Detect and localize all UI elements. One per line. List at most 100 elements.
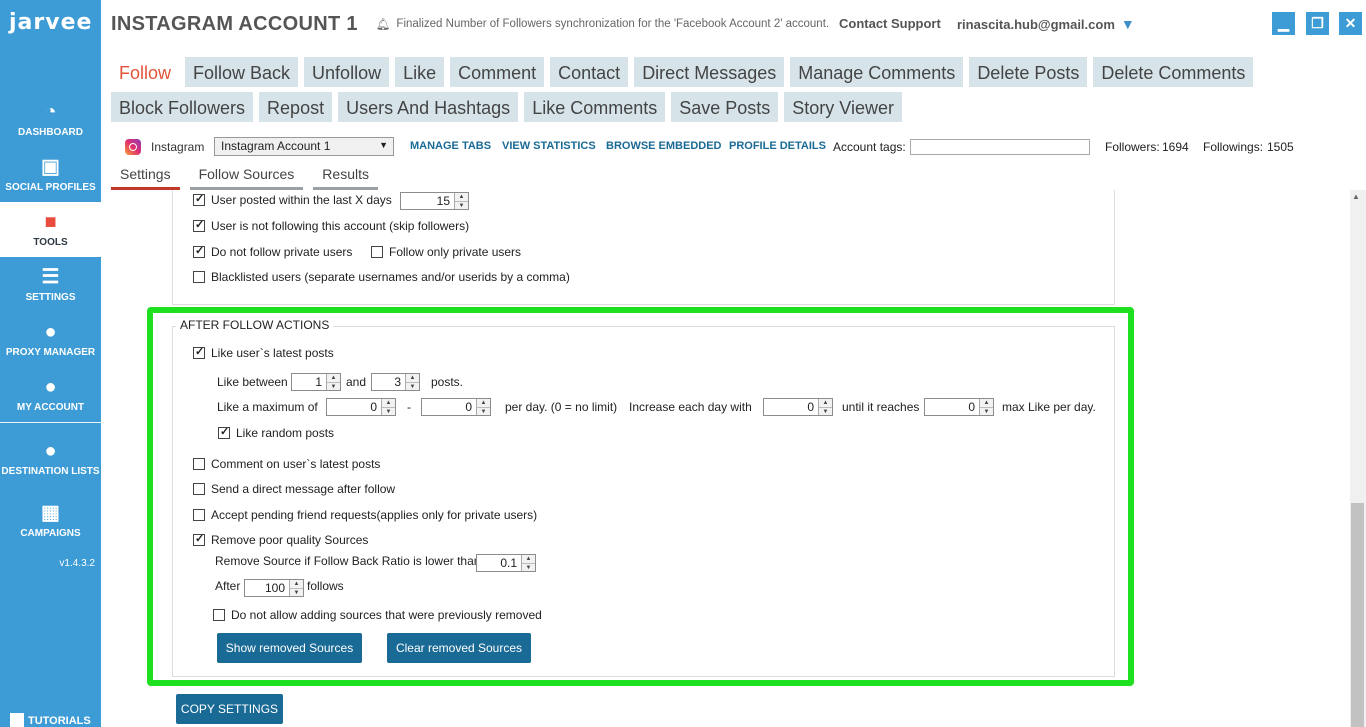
like-random-option[interactable]: Like random posts [218, 425, 334, 440]
sidebar-item-campaigns[interactable]: ▦ CAMPAIGNS [0, 493, 101, 548]
stepper-arrows[interactable]: ▲ ▼ [818, 399, 832, 415]
increase-stepper[interactable]: 0 ▲ ▼ [763, 398, 833, 416]
tab-like[interactable]: Like [395, 57, 445, 87]
minimize-button[interactable]: ▁ [1272, 12, 1295, 35]
sidebar-item-proxy-manager[interactable]: ● PROXY MANAGER [0, 312, 101, 367]
after-stepper[interactable]: 100 ▲ ▼ [244, 579, 304, 597]
tutorials-link[interactable]: TUTORIALS [10, 713, 91, 727]
app-version: v1.4.3.2 [59, 558, 95, 569]
like-latest-option[interactable]: Like user`s latest posts [193, 345, 334, 360]
stepper-arrows[interactable]: ▲ ▼ [979, 399, 993, 415]
tab-settings[interactable]: Settings [111, 164, 180, 190]
browse-embedded-link[interactable]: BROWSE EMBEDDED [606, 140, 722, 152]
sidebar-item-my-account[interactable]: ● MY ACCOUNT [0, 367, 101, 422]
sidebar-item-settings[interactable]: ☰ SETTINGS [0, 257, 101, 312]
tab-delete-posts[interactable]: Delete Posts [969, 57, 1088, 87]
close-button[interactable]: ✕ [1339, 12, 1362, 35]
like-latest-checkbox[interactable] [193, 345, 205, 359]
sidebar-item-label: DESTINATION LISTS [1, 465, 100, 477]
view-statistics-link[interactable]: VIEW STATISTICS [502, 140, 596, 152]
like-max-stepper[interactable]: 3 ▲ ▼ [371, 373, 420, 391]
no-readd-label: Do not allow adding sources that were pr… [231, 608, 542, 622]
max-to-stepper[interactable]: 0 ▲ ▼ [421, 398, 491, 416]
posted-within-stepper[interactable]: 15 ▲ ▼ [400, 192, 469, 210]
manage-tabs-link[interactable]: MANAGE TABS [410, 140, 491, 152]
range-dash: - [407, 400, 411, 414]
tab-follow[interactable]: Follow [111, 57, 180, 87]
increase-label: Increase each day with [629, 400, 752, 414]
remove-poor-checkbox[interactable] [193, 532, 205, 546]
like-random-checkbox[interactable] [218, 425, 230, 439]
clear-removed-sources-button[interactable]: Clear removed Sources [387, 633, 531, 663]
account-select[interactable]: Instagram Account 1 ▼ [214, 137, 394, 156]
ratio-stepper[interactable]: 0.1 ▲ ▼ [476, 554, 536, 572]
tab-save-posts[interactable]: Save Posts [671, 92, 779, 122]
not-following-checkbox[interactable] [193, 218, 205, 232]
contact-support-link[interactable]: Contact Support [839, 16, 941, 31]
send-dm-checkbox[interactable] [193, 483, 205, 495]
scrollbar-thumb[interactable] [1351, 503, 1364, 727]
tab-direct-messages[interactable]: Direct Messages [634, 57, 785, 87]
tab-results[interactable]: Results [313, 164, 378, 190]
send-dm-option[interactable]: Send a direct message after follow [193, 482, 395, 496]
only-private-checkbox[interactable] [371, 246, 383, 258]
no-readd-option[interactable]: Do not allow adding sources that were pr… [213, 608, 542, 622]
sidebar-item-label: MY ACCOUNT [16, 402, 85, 413]
no-private-option[interactable]: Do not follow private users [193, 244, 352, 259]
comment-latest-option[interactable]: Comment on user`s latest posts [193, 457, 380, 471]
tab-follow-back[interactable]: Follow Back [185, 57, 299, 87]
tab-delete-comments[interactable]: Delete Comments [1093, 57, 1254, 87]
posted-within-option[interactable]: User posted within the last X days [193, 192, 392, 207]
tool-tabs: Follow Follow Back Unfollow Like Comment… [111, 57, 1291, 127]
tab-unfollow[interactable]: Unfollow [304, 57, 390, 87]
tab-follow-sources[interactable]: Follow Sources [189, 164, 304, 190]
blacklisted-checkbox[interactable] [193, 271, 205, 283]
tutorials-label: TUTORIALS [28, 715, 91, 727]
send-dm-label: Send a direct message after follow [211, 482, 396, 496]
not-following-option[interactable]: User is not following this account (skip… [193, 218, 469, 233]
chevron-down-icon: ▼ [1120, 16, 1135, 32]
copy-settings-button[interactable]: COPY SETTINGS [176, 694, 283, 724]
stepper-arrows[interactable]: ▲ ▼ [326, 374, 340, 390]
maximize-button[interactable]: ❐ [1306, 12, 1329, 35]
accept-pending-option[interactable]: Accept pending friend requests(applies o… [193, 508, 537, 522]
notification: 🔔︎ Finalized Number of Followers synchro… [376, 17, 829, 31]
tab-manage-comments[interactable]: Manage Comments [790, 57, 964, 87]
sidebar-item-social-profiles[interactable]: ▣ SOCIAL PROFILES [0, 147, 101, 202]
tab-repost[interactable]: Repost [259, 92, 333, 122]
no-readd-checkbox[interactable] [213, 609, 225, 621]
max-from-stepper[interactable]: 0 ▲ ▼ [326, 398, 396, 416]
sidebar-item-tools[interactable]: ■ TOOLS [0, 202, 101, 257]
stepper-arrows[interactable]: ▲ ▼ [454, 193, 468, 209]
account-select-value: Instagram Account 1 [221, 139, 331, 153]
accept-pending-checkbox[interactable] [193, 509, 205, 521]
like-min-value: 1 [315, 375, 322, 389]
blacklisted-option[interactable]: Blacklisted users (separate usernames an… [193, 270, 570, 284]
show-removed-sources-button[interactable]: Show removed Sources [217, 633, 362, 663]
comment-latest-checkbox[interactable] [193, 458, 205, 470]
tab-contact[interactable]: Contact [550, 57, 629, 87]
account-tags-input[interactable] [910, 139, 1090, 155]
tab-block-followers[interactable]: Block Followers [111, 92, 254, 122]
stepper-arrows[interactable]: ▲ ▼ [476, 399, 490, 415]
stepper-arrows[interactable]: ▲ ▼ [521, 555, 535, 571]
only-private-option[interactable]: Follow only private users [371, 245, 521, 259]
no-private-checkbox[interactable] [193, 244, 205, 258]
tab-users-and-hashtags[interactable]: Users And Hashtags [338, 92, 519, 122]
profile-details-link[interactable]: PROFILE DETAILS [729, 140, 826, 152]
sidebar-item-dashboard[interactable]: ◔ DASHBOARD [0, 92, 101, 147]
window-title: INSTAGRAM ACCOUNT 1 [111, 12, 358, 35]
like-min-stepper[interactable]: 1 ▲ ▼ [291, 373, 341, 391]
posted-within-checkbox[interactable] [193, 192, 205, 206]
account-email-menu[interactable]: rinascita.hub@gmail.com ▼ [957, 16, 1135, 32]
stepper-arrows[interactable]: ▲ ▼ [405, 374, 419, 390]
stepper-arrows[interactable]: ▲ ▼ [381, 399, 395, 415]
tab-comment[interactable]: Comment [450, 57, 545, 87]
tab-story-viewer[interactable]: Story Viewer [784, 92, 902, 122]
remove-poor-option[interactable]: Remove poor quality Sources [193, 532, 368, 547]
until-stepper[interactable]: 0 ▲ ▼ [924, 398, 994, 416]
tab-like-comments[interactable]: Like Comments [524, 92, 666, 122]
scroll-up-icon[interactable]: ▲ [1352, 192, 1360, 201]
sidebar-item-destination-lists[interactable]: ● DESTINATION LISTS [0, 423, 101, 493]
stepper-arrows[interactable]: ▲ ▼ [289, 580, 303, 596]
